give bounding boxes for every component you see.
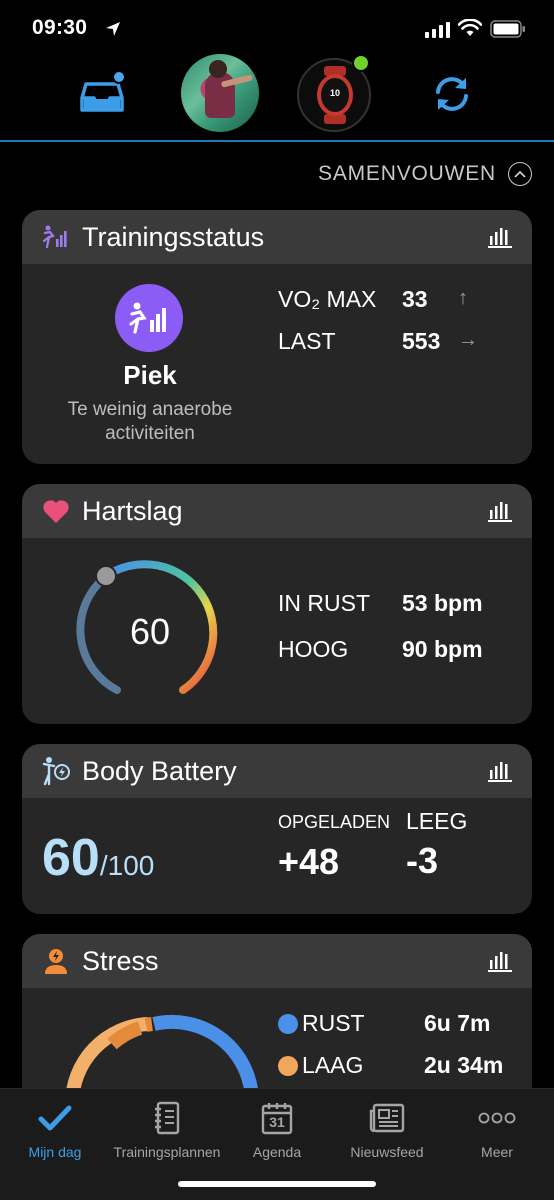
heart-rate-body: 60 IN RUST 53 bpm HOOG 90 bpm bbox=[22, 538, 532, 724]
nav-label: Trainingsplannen bbox=[113, 1144, 221, 1160]
card-title: Trainingsstatus bbox=[82, 221, 265, 252]
card-header: Hartslag bbox=[22, 484, 532, 538]
chevron-up-icon bbox=[508, 162, 532, 186]
drained-label: LEEG bbox=[406, 808, 468, 834]
bar-chart-icon[interactable] bbox=[488, 760, 512, 782]
heart-rate-gauge: 60 bbox=[76, 560, 218, 694]
status-time: 09:30 bbox=[32, 16, 88, 39]
heart-rate-current: 60 bbox=[130, 611, 170, 652]
notebook-icon bbox=[155, 1101, 180, 1135]
nav-item-agenda[interactable]: 31 Agenda bbox=[222, 1099, 332, 1160]
rest-row: RUST 6u 7m bbox=[278, 1010, 528, 1040]
load-row: LAST 553 → bbox=[278, 328, 518, 358]
card-title: Body Battery bbox=[82, 755, 237, 786]
wifi-icon bbox=[458, 19, 482, 36]
resting-hr-label: IN RUST bbox=[278, 590, 370, 616]
body-battery-max: /100 bbox=[99, 850, 155, 881]
high-hr-row: HOOG 90 bpm bbox=[278, 636, 518, 682]
training-status-value: Piek bbox=[123, 360, 177, 390]
low-row: LAAG 2u 34m bbox=[278, 1052, 528, 1082]
nav-item-mijn-dag[interactable]: Mijn dag bbox=[0, 1099, 110, 1160]
vo2max-label: VO₂ MAX bbox=[278, 286, 377, 312]
calendar-day: 31 bbox=[269, 1114, 285, 1130]
bar-chart-icon[interactable] bbox=[488, 950, 512, 972]
card-header: Trainingsstatus bbox=[22, 210, 532, 264]
high-hr-label: HOOG bbox=[278, 636, 349, 662]
location-arrow-icon bbox=[106, 22, 120, 36]
peak-status-badge bbox=[115, 284, 183, 352]
checkmark-icon bbox=[38, 1105, 72, 1131]
training-status-body: Piek Te weinig anaerobe activiteiten VO₂… bbox=[22, 264, 532, 464]
nav-item-trainingsplannen[interactable]: Trainingsplannen bbox=[112, 1099, 222, 1160]
charged-value: +48 bbox=[278, 841, 340, 882]
card-title: Hartslag bbox=[82, 495, 183, 526]
avatar-head bbox=[209, 60, 227, 78]
device-connected-dot bbox=[352, 54, 370, 72]
body-battery-value: 60/100 bbox=[42, 828, 154, 888]
nav-item-meer[interactable]: Meer bbox=[442, 1099, 552, 1160]
inbox-button[interactable] bbox=[80, 70, 126, 112]
rest-value: 6u 7m bbox=[424, 1010, 491, 1036]
heart-rate-card[interactable]: Hartslag 60 IN RUST 53 bpm HOOG 90 bpm bbox=[22, 484, 532, 724]
load-label: LAST bbox=[278, 328, 336, 354]
nav-item-nieuwsfeed[interactable]: Nieuwsfeed bbox=[332, 1099, 442, 1160]
nav-label: Mijn dag bbox=[28, 1144, 82, 1160]
sync-icon bbox=[436, 77, 468, 111]
training-status-card[interactable]: Trainingsstatus Piek Te weinig anaerobe … bbox=[22, 210, 532, 464]
notification-dot bbox=[112, 70, 126, 84]
nav-label: Nieuwsfeed bbox=[350, 1144, 424, 1160]
bar-chart-icon[interactable] bbox=[488, 500, 512, 522]
charged-column: OPGELADEN +48 bbox=[278, 812, 390, 883]
vo2max-row: VO₂ MAX 33 ↑ bbox=[278, 286, 518, 316]
nav-label: Meer bbox=[481, 1144, 513, 1160]
drained-column: LEEG -3 bbox=[406, 808, 467, 882]
card-title: Stress bbox=[82, 945, 159, 976]
body-battery-body: 60/100 OPGELADEN +48 LEEG -3 bbox=[22, 798, 532, 914]
drained-value: -3 bbox=[406, 840, 439, 881]
heart-rate-stats: IN RUST 53 bpm HOOG 90 bpm bbox=[278, 590, 518, 682]
collapse-label: SAMENVOUWEN bbox=[318, 162, 496, 185]
resting-hr-row: IN RUST 53 bpm bbox=[278, 590, 518, 636]
low-dot bbox=[278, 1056, 298, 1076]
rest-label: RUST bbox=[302, 1010, 365, 1036]
more-icon bbox=[478, 1112, 516, 1124]
high-hr-value: 90 bpm bbox=[402, 636, 483, 662]
rest-dot bbox=[278, 1014, 298, 1034]
status-bar: 09:30 bbox=[0, 0, 554, 54]
vo2max-value: 33 bbox=[402, 286, 428, 312]
resting-hr-value: 53 bpm bbox=[402, 590, 483, 616]
heart-icon bbox=[42, 497, 70, 525]
card-header: Body Battery bbox=[22, 744, 532, 798]
body-battery-icon bbox=[42, 757, 70, 786]
stress-icon bbox=[42, 947, 70, 975]
card-header: Stress bbox=[22, 934, 532, 988]
training-status-description: Te weinig anaerobe activiteiten bbox=[67, 399, 233, 444]
top-header: 10 bbox=[0, 54, 554, 142]
home-indicator[interactable] bbox=[178, 1181, 376, 1187]
body-battery-card[interactable]: Body Battery 60/100 OPGELADEN +48 LEEG -… bbox=[22, 744, 532, 914]
nav-label: Agenda bbox=[252, 1144, 302, 1160]
watch-time: 10 bbox=[329, 88, 340, 98]
training-status-icon bbox=[42, 223, 70, 251]
load-value: 553 bbox=[402, 328, 441, 354]
watch-face-icon: 10 bbox=[317, 74, 353, 116]
body-battery-current: 60 bbox=[42, 829, 100, 887]
arrow-up-icon: ↑ bbox=[458, 287, 468, 309]
battery-icon bbox=[490, 20, 525, 38]
charged-label: OPGELADEN bbox=[278, 812, 391, 832]
runner-bars-icon bbox=[129, 302, 166, 334]
low-value: 2u 34m bbox=[424, 1052, 504, 1078]
sync-button[interactable] bbox=[430, 72, 474, 116]
bar-chart-icon[interactable] bbox=[488, 226, 512, 248]
arrow-right-icon: → bbox=[458, 329, 478, 351]
cellular-signal-icon bbox=[425, 22, 450, 38]
profile-avatar[interactable] bbox=[181, 54, 259, 132]
newspaper-icon bbox=[369, 1103, 405, 1133]
low-label: LAAG bbox=[302, 1052, 364, 1078]
collapse-toggle[interactable]: SAMENVOUWEN bbox=[318, 162, 532, 186]
